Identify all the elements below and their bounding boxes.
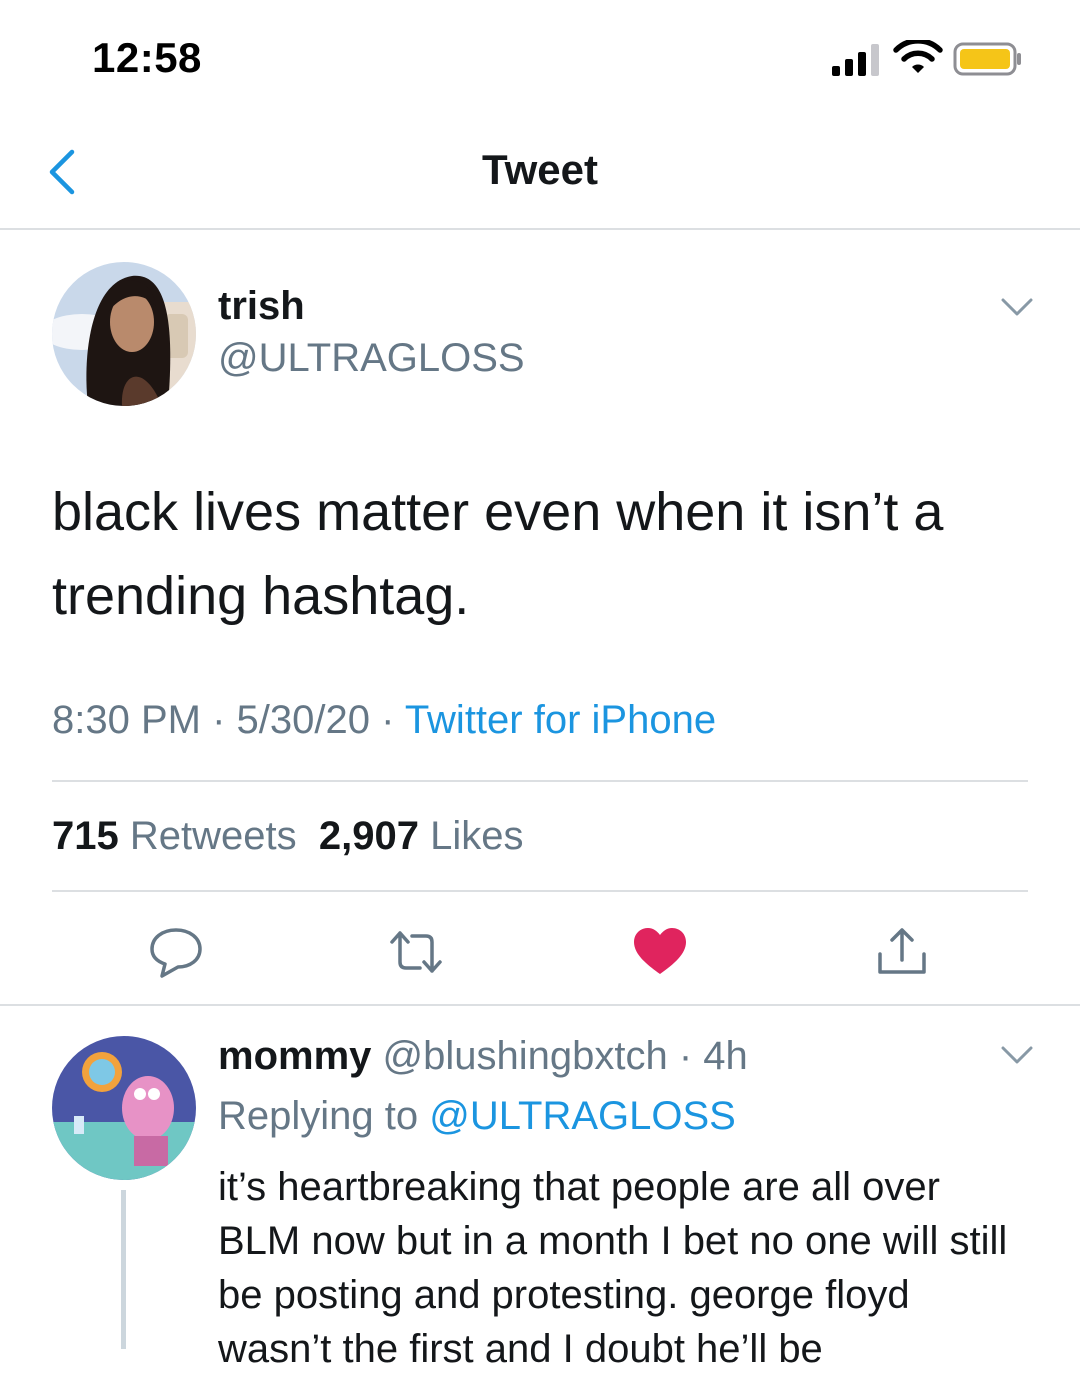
- retweet-icon[interactable]: [386, 924, 446, 980]
- likes-stat[interactable]: 2,907 Likes: [319, 814, 524, 858]
- reply-icon[interactable]: [146, 924, 206, 980]
- tweet-meta: 8:30 PM · 5/30/20 · Twitter for iPhone: [52, 698, 716, 743]
- meta-divider: [52, 780, 1028, 782]
- reply-author-handle[interactable]: @blushingbxtch: [383, 1034, 668, 1078]
- heart-icon[interactable]: [630, 924, 690, 980]
- actions-divider: [0, 1004, 1080, 1006]
- reply-age: 4h: [703, 1034, 748, 1078]
- tweet-text: black lives matter even when it isn’t a …: [52, 482, 944, 626]
- reply-author-avatar[interactable]: [52, 1036, 196, 1180]
- retweets-label: Retweets: [129, 814, 297, 858]
- tweet-stats: 715 Retweets 2,907 Likes: [52, 814, 523, 859]
- reply-chevron-down-icon[interactable]: [1000, 1044, 1034, 1066]
- share-icon[interactable]: [872, 924, 932, 980]
- tweet-time: 8:30 PM: [52, 698, 201, 742]
- replying-prefix: Replying to: [218, 1094, 430, 1138]
- author-avatar[interactable]: [52, 262, 196, 406]
- status-time: 12:58: [92, 34, 202, 81]
- battery-icon: [953, 42, 1021, 76]
- thread-line: [121, 1190, 126, 1349]
- author-handle[interactable]: @ULTRAGLOSS: [218, 336, 525, 381]
- replying-mention-link[interactable]: @ULTRAGLOSS: [429, 1094, 736, 1138]
- replying-to: Replying to @ULTRAGLOSS: [218, 1094, 736, 1139]
- reply-author-name[interactable]: mommy: [218, 1034, 371, 1078]
- reply-header: mommy @blushingbxtch · 4h: [218, 1034, 748, 1079]
- reply-text: it’s heartbreaking that people are all o…: [218, 1165, 1008, 1371]
- page-title: Tweet: [482, 146, 598, 193]
- tweet-date: 5/30/20: [236, 698, 370, 742]
- avatar-photo: [52, 262, 196, 406]
- avatar-cartoon: [52, 1036, 196, 1180]
- retweets-count: 715: [52, 814, 119, 858]
- stats-divider: [52, 890, 1028, 892]
- tweet-source-link[interactable]: Twitter for iPhone: [405, 698, 716, 742]
- header-divider: [0, 228, 1080, 230]
- meta-separator: ·: [200, 698, 237, 742]
- chevron-down-icon[interactable]: [1000, 296, 1034, 318]
- reply-separator: ·: [667, 1034, 704, 1078]
- author-name[interactable]: trish: [218, 284, 305, 329]
- wifi-icon: [893, 40, 943, 73]
- cellular-signal-icon: [832, 44, 879, 76]
- likes-label: Likes: [430, 814, 524, 858]
- meta-separator: ·: [369, 698, 405, 742]
- retweets-stat[interactable]: 715 Retweets: [52, 814, 297, 858]
- likes-count: 2,907: [318, 814, 419, 858]
